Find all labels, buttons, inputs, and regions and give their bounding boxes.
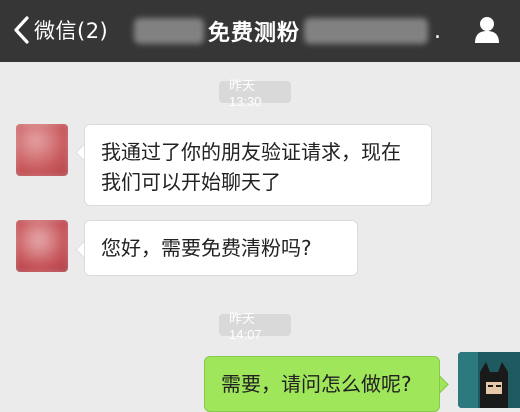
avatar-image [458,352,520,408]
avatar[interactable] [458,352,520,408]
redacted-name [134,18,204,44]
timestamp-pill: 昨天 14:07 [219,311,291,342]
chat-header: 微信(2) 免费测粉 . [0,0,520,62]
redacted-name-suffix [304,18,429,44]
message-text-line: 我们可以开始聊天了 [101,170,281,194]
avatar[interactable] [16,124,68,176]
message-bubble-incoming[interactable]: 我通过了你的朋友验证请求，现在 我们可以开始聊天了 [84,124,432,206]
message-bubble-outgoing[interactable]: 需要，请问怎么做呢? [204,356,440,412]
chat-title: 免费测粉 . [134,13,441,49]
chevron-left-icon [14,16,29,44]
message-bubble-incoming[interactable]: 您好，需要免费清粉吗? [84,220,358,276]
person-icon[interactable] [474,16,500,44]
chat-title-text: 免费测粉 [208,21,301,46]
timestamp-pill: 昨天 13:30 [219,78,291,109]
back-button[interactable]: 微信(2) [10,13,108,47]
avatar[interactable] [16,220,68,272]
back-label: 微信(2) [34,19,109,43]
chat-title-suffix: . [434,18,442,44]
message-text-line: 我通过了你的朋友验证请求，现在 [101,140,401,164]
